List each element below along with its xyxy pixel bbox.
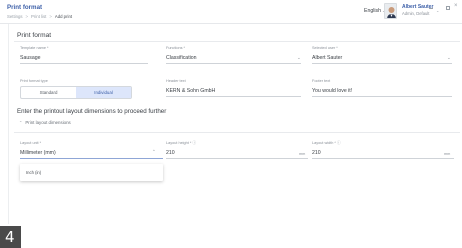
app-header: Print format Settings > Print list > Add pri…: [0, 0, 462, 24]
breadcrumb-settings[interactable]: Settings: [7, 14, 23, 19]
section-title: Print format: [17, 32, 52, 39]
layout-height-label: Layout height *ⓘ: [166, 141, 196, 146]
page-title: Print format: [7, 4, 43, 11]
functions-underline: [166, 63, 301, 64]
chevron-down-icon[interactable]: ⌄: [447, 55, 451, 61]
toggle-option-standard[interactable]: Standard: [21, 87, 76, 98]
layout-width-input[interactable]: 210: [312, 150, 321, 156]
divider: [14, 41, 460, 42]
step-number: 4: [5, 228, 15, 246]
header-text-label: Header text: [166, 79, 186, 83]
layout-width-unit: mm: [444, 152, 451, 156]
functions-label: Functions *: [166, 46, 185, 50]
breadcrumb-current: Add print: [54, 14, 73, 19]
layout-height-underline: [166, 158, 308, 159]
footer-text-underline: [312, 96, 452, 97]
footer-text-input[interactable]: You would love it!: [312, 88, 352, 94]
header-text-underline: [166, 96, 301, 97]
close-icon[interactable]: ×: [454, 3, 458, 9]
layout-unit-dropdown: Inch (in): [20, 164, 163, 181]
toggle-option-individual[interactable]: Individual: [76, 87, 131, 98]
breadcrumb-separator: >: [49, 14, 52, 19]
chevron-up-icon: ⌃: [19, 120, 23, 125]
language-label: English: [364, 8, 382, 14]
selected-user-select[interactable]: Albert Sauter: [312, 55, 342, 61]
chevron-down-icon[interactable]: ⌄: [297, 55, 301, 61]
collapse-label: Print layout dimensions: [25, 120, 71, 125]
minimize-icon[interactable]: [429, 8, 433, 9]
step-badge: 4: [0, 226, 21, 248]
breadcrumb-print-list[interactable]: Print list: [31, 14, 46, 19]
layout-unit-label: Layout unit *: [20, 141, 42, 145]
layout-unit-select[interactable]: Millimeter (mm): [20, 150, 56, 156]
language-selector[interactable]: English⌄: [364, 8, 385, 14]
layout-width-label-text: Layout width *: [312, 141, 336, 145]
selected-user-underline: [312, 63, 452, 64]
template-name-input[interactable]: Sausage: [20, 55, 40, 61]
footer-text-label: Footer text: [312, 79, 331, 83]
chevron-down-icon[interactable]: ⌄: [436, 8, 439, 13]
layout-width-underline: [312, 158, 454, 159]
print-layout-dimensions-toggle[interactable]: ⌃ Print layout dimensions: [19, 120, 71, 125]
user-photo-icon: [385, 4, 396, 18]
chevron-up-icon[interactable]: ⌃: [152, 149, 156, 155]
functions-select[interactable]: Classification: [166, 55, 197, 61]
selected-user-label: Selected user *: [312, 46, 338, 50]
breadcrumb: Settings > Print list > Add print: [7, 14, 72, 19]
info-icon[interactable]: ⓘ: [337, 141, 341, 145]
dropdown-option-inch[interactable]: Inch (in): [26, 170, 41, 175]
layout-height-input[interactable]: 210: [166, 150, 175, 156]
layout-height-label-text: Layout height *: [166, 141, 192, 145]
avatar[interactable]: [384, 3, 397, 19]
user-name: Albert Sauter: [402, 4, 434, 10]
template-name-label: Template name *: [20, 46, 49, 50]
dimensions-prompt: Enter the printout layout dimensions to …: [17, 108, 167, 115]
layout-height-unit: mm: [299, 152, 306, 156]
print-format-type-label: Print format type: [20, 79, 48, 83]
divider: [14, 132, 460, 133]
info-icon[interactable]: ⓘ: [192, 141, 196, 145]
layout-unit-underline: [20, 158, 163, 159]
breadcrumb-separator: >: [25, 14, 29, 19]
print-format-type-toggle: Standard Individual: [20, 86, 132, 99]
template-name-underline: [20, 63, 148, 64]
scrollbar[interactable]: [8, 24, 9, 224]
maximize-icon[interactable]: [446, 6, 450, 10]
header-text-input[interactable]: KERN & Sohn GmbH: [166, 88, 215, 94]
layout-width-label: Layout width *ⓘ: [312, 141, 341, 146]
user-role: Admin, Default: [402, 11, 430, 16]
